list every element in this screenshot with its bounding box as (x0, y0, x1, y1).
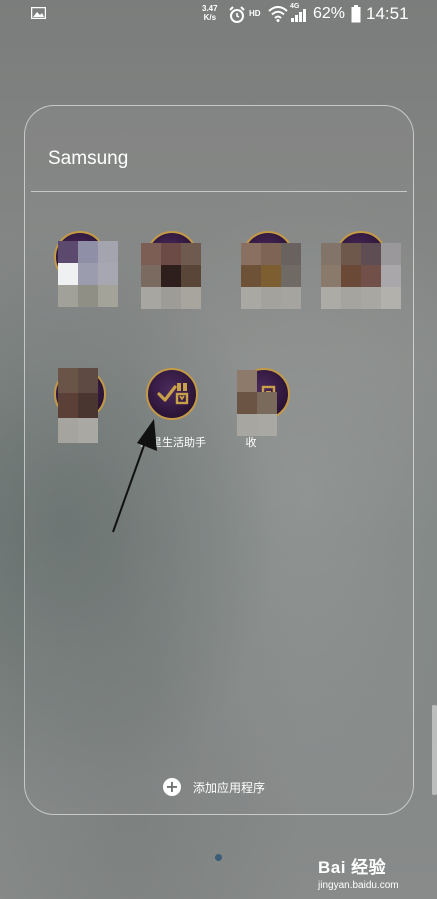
pixelated-mosaic (237, 370, 277, 436)
status-bar: 3.47 K/s HD 4G 62% 14:51 (0, 0, 437, 30)
folder-divider (31, 191, 407, 192)
annotation-arrow (112, 419, 157, 533)
network-speed: 3.47 K/s (202, 4, 218, 22)
app-folder: Samsung 三星生活助手 收 + 添加应用程序 (24, 105, 414, 815)
pixelated-mosaic (321, 243, 401, 309)
app-icon-3[interactable] (224, 231, 314, 321)
app-icon-4[interactable] (317, 231, 407, 321)
app-icon-7[interactable]: 收 (220, 368, 310, 458)
pixelated-mosaic (141, 243, 201, 309)
wifi-icon (268, 6, 288, 22)
pixelated-mosaic (241, 243, 301, 309)
app-icon-1[interactable] (36, 231, 126, 321)
battery-percent: 62% (313, 5, 346, 22)
clock: 14:51 (366, 4, 409, 23)
watermark-brand: Bai 经验 (318, 858, 387, 877)
app-7-label: 收 (245, 436, 257, 449)
add-apps-button[interactable]: + 添加应用程序 (163, 777, 265, 797)
checkmark-clipboard-icon (157, 383, 189, 405)
app-icon-2[interactable] (128, 231, 218, 321)
watermark-url: jingyan.baidu.com (318, 880, 399, 891)
hd-voice-indicator: HD (249, 9, 261, 18)
pixelated-mosaic (58, 368, 98, 443)
gallery-notification-icon (31, 7, 46, 19)
plus-icon: + (163, 778, 181, 796)
add-apps-label: 添加应用程序 (193, 780, 266, 795)
baidu-watermark: Bai 经验 jingyan.baidu.com (318, 853, 399, 891)
page-indicator[interactable] (215, 854, 222, 861)
edge-panel-handle[interactable] (432, 705, 437, 795)
folder-title[interactable]: Samsung (48, 148, 128, 170)
pixelated-mosaic (58, 241, 118, 307)
signal-icon (291, 9, 306, 22)
alarm-icon (229, 6, 245, 23)
battery-icon (351, 5, 361, 23)
samsung-life-assistant-icon (146, 368, 198, 420)
